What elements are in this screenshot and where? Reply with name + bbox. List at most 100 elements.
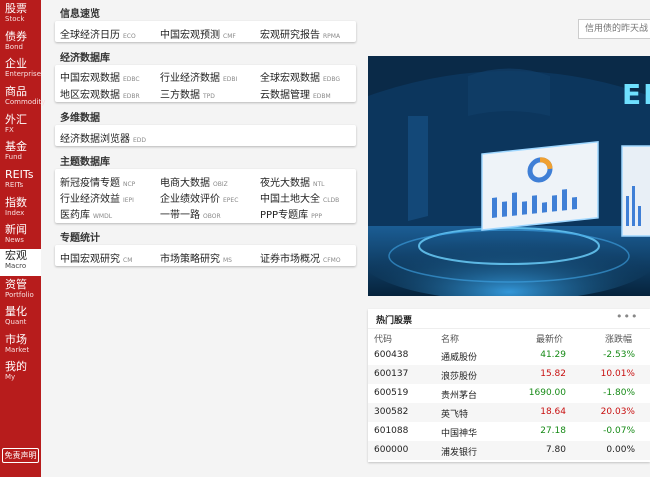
link-obiz[interactable]: 电商大数据 OBIZ xyxy=(160,174,228,189)
table-row[interactable]: 600000 浦发银行 7.80 0.00% xyxy=(368,441,650,460)
link-label: 新冠疫情专题 xyxy=(60,178,120,189)
link-edbi[interactable]: 行业经济数据 EDBI xyxy=(160,69,237,84)
link-code: NTL xyxy=(313,181,325,188)
link-label: 行业经济数据 xyxy=(160,73,220,84)
table-header: 代码 名称 最新价 涨跌幅 xyxy=(368,328,650,345)
link-code: EDBI xyxy=(223,76,238,83)
sidebar-item-index[interactable]: 指数 Index xyxy=(0,196,41,223)
link-label: 云数据管理 xyxy=(260,90,310,101)
link-edbm[interactable]: 云数据管理 EDBM xyxy=(260,86,331,101)
more-icon[interactable]: ••• xyxy=(616,310,638,323)
link-code: IEPI xyxy=(123,197,134,204)
link-ncp[interactable]: 新冠疫情专题 NCP xyxy=(60,174,135,189)
link-label: 宏观研究报告 xyxy=(260,30,320,41)
sidebar-item-bond[interactable]: 债券 Bond xyxy=(0,30,41,57)
table-row[interactable]: 300582 英飞特 18.64 20.03% xyxy=(368,403,650,422)
stock-code: 600438 xyxy=(374,350,409,360)
link-edd[interactable]: 经济数据浏览器 EDD xyxy=(60,130,146,145)
link-label: 中国宏观预测 xyxy=(160,30,220,41)
link-ntl[interactable]: 夜光大数据 NTL xyxy=(260,174,325,189)
link-wmdl[interactable]: 医药库 WMDL xyxy=(60,206,112,221)
sidebar-item-sublabel: My xyxy=(5,373,16,381)
sidebar-item-market[interactable]: 市场 Market xyxy=(0,333,41,360)
link-iepi[interactable]: 行业经济效益 IEPI xyxy=(60,190,134,205)
sidebar-item-commodity[interactable]: 商品 Commodity xyxy=(0,85,45,112)
link-edbr[interactable]: 地区宏观数据 EDBR xyxy=(60,86,140,101)
hot-stocks-panel: 热门股票 ••• 代码 名称 最新价 涨跌幅 600438 通威股份 41.29… xyxy=(368,309,650,462)
sidebar-item-news[interactable]: 新闻 News xyxy=(0,223,41,250)
link-label: 医药库 xyxy=(60,210,90,221)
link-code: EDBC xyxy=(123,76,140,83)
link-code: NCP xyxy=(123,181,136,188)
link-code: ECO xyxy=(123,33,136,40)
sidebar-item-fund[interactable]: 基金 Fund xyxy=(0,140,41,167)
link-ppp[interactable]: PPP专题库 PPP xyxy=(260,206,322,221)
link-label: 夜光大数据 xyxy=(260,178,310,189)
stock-change: 0.00% xyxy=(606,445,635,455)
sidebar-item-reits[interactable]: REITs REITs xyxy=(0,168,41,195)
link-label: 中国土地大全 xyxy=(260,194,320,205)
sidebar-item-sublabel: Enterprise xyxy=(5,70,42,78)
sidebar-item-label: 外汇 xyxy=(5,113,27,126)
sidebar-item-sublabel: REITs xyxy=(5,181,24,189)
sidebar-item-label: 债券 xyxy=(5,30,27,43)
sidebar-item-enterprise[interactable]: 企业 Enterprise xyxy=(0,57,41,84)
link-code: EDD xyxy=(133,137,147,144)
sidebar-item-label: 资管 xyxy=(5,278,27,291)
table-row[interactable]: 600438 通威股份 41.29 -2.53% xyxy=(368,346,650,365)
section-title-thematic: 主题数据库 xyxy=(60,157,110,168)
sidebar-item-stock[interactable]: 股票 Stock xyxy=(0,2,41,29)
link-label: 企业绩效评价 xyxy=(160,194,220,205)
section-title-special: 专题统计 xyxy=(60,233,100,244)
sidebar-item-my[interactable]: 我的 My xyxy=(0,360,41,387)
sidebar-item-portfolio[interactable]: 资管 Portfolio xyxy=(0,278,41,305)
link-label: 三方数据 xyxy=(160,90,200,101)
link-cm[interactable]: 中国宏观研究 CM xyxy=(60,250,132,265)
search-input[interactable] xyxy=(578,19,650,39)
link-rpma[interactable]: 宏观研究报告 RPMA xyxy=(260,26,340,41)
link-edbg[interactable]: 全球宏观数据 EDBG xyxy=(260,69,340,84)
link-eco[interactable]: 全球经济日历 ECO xyxy=(60,26,136,41)
link-code: PPP xyxy=(311,213,322,220)
link-code: OBIZ xyxy=(213,181,228,188)
disclaimer-button[interactable]: 免责声明 xyxy=(2,448,39,463)
table-row[interactable]: 600519 贵州茅台 1690.00 -1.80% xyxy=(368,384,650,403)
card-info: 全球经济日历 ECO 中国宏观预测 CMF 宏观研究报告 RPMA xyxy=(55,21,356,42)
link-code: CM xyxy=(123,257,133,264)
card-special: 中国宏观研究 CM 市场策略研究 MS 证券市场概况 CFMO xyxy=(55,245,356,266)
link-code: EDBM xyxy=(313,93,331,100)
card-economic-db: 中国宏观数据 EDBC 行业经济数据 EDBI 全球宏观数据 EDBG 地区宏观数据 E… xyxy=(55,65,356,102)
link-code: CFMO xyxy=(323,257,341,264)
section-title-multi: 多维数据 xyxy=(60,113,100,124)
promo-banner[interactable]: ED xyxy=(368,56,650,296)
link-ms[interactable]: 市场策略研究 MS xyxy=(160,250,232,265)
sidebar-item-quant[interactable]: 量化 Quant xyxy=(0,305,41,332)
link-edbc[interactable]: 中国宏观数据 EDBC xyxy=(60,69,140,84)
sidebar-item-label: 量化 xyxy=(5,305,27,318)
link-cfmo[interactable]: 证券市场概况 CFMO xyxy=(260,250,341,265)
sidebar-item-macro[interactable]: 宏观 Macro xyxy=(0,249,41,276)
link-label: 行业经济效益 xyxy=(60,194,120,205)
sidebar-item-fx[interactable]: 外汇 FX xyxy=(0,113,41,140)
link-obor[interactable]: 一带一路 OBOR xyxy=(160,206,221,221)
banner-title: ED xyxy=(622,78,650,111)
sidebar-item-label: 商品 xyxy=(5,85,27,98)
stock-price: 27.18 xyxy=(540,426,566,436)
link-code: EDBG xyxy=(323,76,341,83)
link-label: 一带一路 xyxy=(160,210,200,221)
table-row[interactable]: 600137 浪莎股份 15.82 10.01% xyxy=(368,365,650,384)
stock-code: 600000 xyxy=(374,445,409,455)
sidebar-item-label: 新闻 xyxy=(5,223,27,236)
link-code: EDBR xyxy=(123,93,140,100)
table-row[interactable]: 601088 中国神华 27.18 -0.07% xyxy=(368,422,650,441)
stock-name: 中国神华 xyxy=(441,429,478,439)
link-cmf[interactable]: 中国宏观预测 CMF xyxy=(160,26,236,41)
link-label: 全球经济日历 xyxy=(60,30,120,41)
link-epec[interactable]: 企业绩效评价 EPEC xyxy=(160,190,238,205)
link-tpd[interactable]: 三方数据 TPD xyxy=(160,86,215,101)
stock-change: 20.03% xyxy=(600,407,635,417)
sidebar-item-sublabel: Quant xyxy=(5,318,27,326)
sidebar-item-label: 企业 xyxy=(5,57,27,70)
sidebar-item-sublabel: Fund xyxy=(5,153,22,161)
link-cldb[interactable]: 中国土地大全 CLDB xyxy=(260,190,339,205)
